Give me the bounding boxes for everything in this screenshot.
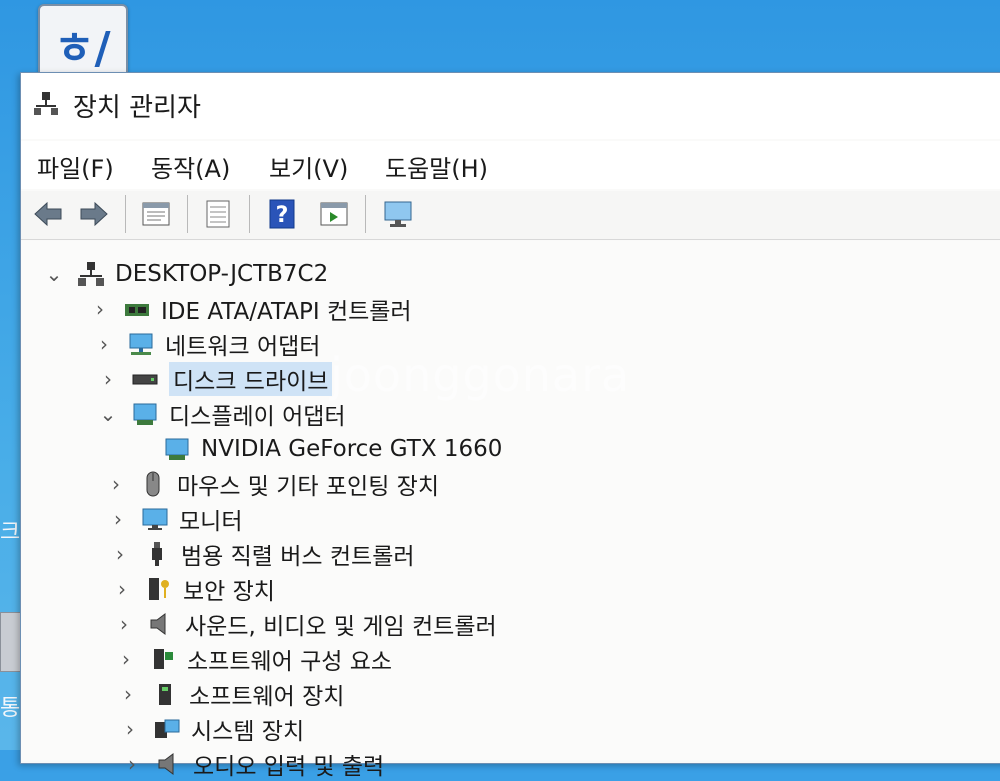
tree-item-label: IDE ATA/ATAPI 컨트롤러 <box>161 299 412 325</box>
expand-chevron-icon[interactable]: › <box>105 473 127 495</box>
expand-chevron-icon[interactable]: › <box>97 368 119 390</box>
expand-chevron-icon[interactable]: › <box>107 508 129 530</box>
window-title: 장치 관리자 <box>73 93 201 123</box>
mouse-icon <box>146 471 160 497</box>
tree-item-label: 사운드, 비디오 및 게임 컨트롤러 <box>185 614 497 640</box>
disk-drive-icon <box>132 374 158 385</box>
tree-item[interactable]: ⌄ 디스플레이 어댑터 <box>97 397 346 431</box>
svg-text:?: ? <box>276 203 289 228</box>
expand-chevron-icon[interactable]: › <box>109 543 131 565</box>
software-component-icon <box>154 649 173 669</box>
security-key-icon <box>149 578 169 600</box>
collapse-chevron-icon[interactable]: ⌄ <box>97 403 119 425</box>
toolbar-separator <box>187 195 188 233</box>
collapse-chevron-icon[interactable]: ⌄ <box>43 263 65 285</box>
properties-icon[interactable] <box>139 197 173 231</box>
expand-chevron-icon[interactable]: › <box>117 683 139 705</box>
expand-chevron-icon[interactable]: › <box>89 298 111 320</box>
tree-item[interactable]: › 시스템 장치 <box>119 712 304 746</box>
tree-item[interactable]: › 모니터 <box>107 502 242 536</box>
tree-root[interactable]: ⌄ DESKTOP-JCTB7C2 <box>43 257 329 291</box>
device-manager-window: 장치 관리자 파일(F) 동작(A) 보기(V) 도움말(H) ? ⌄ DESK… <box>20 72 1000 780</box>
tree-item[interactable]: › 소프트웨어 구성 요소 <box>115 642 392 676</box>
title-bar[interactable]: 장치 관리자 <box>21 73 1000 139</box>
monitor-icon[interactable] <box>381 197 415 231</box>
tree-item-label: NVIDIA GeForce GTX 1660 <box>201 436 503 462</box>
expand-chevron-icon[interactable]: › <box>121 753 143 775</box>
tree-item-label: 모니터 <box>179 509 243 535</box>
menu-view[interactable]: 보기(V) <box>269 149 348 184</box>
tree-item-label: 네트워크 어댑터 <box>165 334 321 360</box>
tree-item[interactable]: › 범용 직렬 버스 컨트롤러 <box>109 537 415 571</box>
menu-bar: 파일(F) 동작(A) 보기(V) 도움말(H) <box>21 141 1000 189</box>
display-adapter-icon <box>133 403 157 425</box>
computer-name: DESKTOP-JCTB7C2 <box>115 261 329 287</box>
tree-item-label: 시스템 장치 <box>191 719 305 745</box>
device-tree: ⌄ DESKTOP-JCTB7C2 › IDE ATA/ATAPI 컨트롤러 ›… <box>21 241 1000 780</box>
expand-chevron-icon[interactable]: › <box>111 578 133 600</box>
tree-item-label: 소프트웨어 장치 <box>189 684 345 710</box>
gpu-icon <box>165 438 189 460</box>
tree-item-label: 소프트웨어 구성 요소 <box>187 649 393 675</box>
desktop-icon-label-1[interactable]: 크 <box>0 514 20 546</box>
expand-chevron-icon[interactable]: › <box>93 333 115 355</box>
help-icon[interactable]: ? <box>265 197 299 231</box>
desktop-icon-label-2[interactable]: 통 <box>0 690 20 722</box>
system-device-icon <box>155 719 180 738</box>
expand-chevron-icon[interactable]: › <box>119 718 141 740</box>
tree-item-child[interactable]: NVIDIA GeForce GTX 1660 <box>163 432 502 466</box>
tree-item-label: 마우스 및 기타 포인팅 장치 <box>177 474 440 500</box>
software-device-icon <box>159 684 171 705</box>
toolbar-separator <box>365 195 366 233</box>
toolbar-separator <box>249 195 250 233</box>
desktop-app-icon[interactable]: ㅎ/ <box>38 4 128 78</box>
run-icon[interactable] <box>317 197 351 231</box>
tree-item[interactable]: › 소프트웨어 장치 <box>117 677 344 711</box>
tree-item-label: 디스크 드라이브 <box>169 362 333 396</box>
monitor-icon <box>142 508 168 530</box>
tree-item[interactable]: › 보안 장치 <box>111 572 275 606</box>
tree-item-selected[interactable]: › 디스크 드라이브 <box>97 362 333 396</box>
toolbar-separator <box>125 195 126 233</box>
tree-item-label: 오디오 입력 및 출력 <box>193 754 385 780</box>
tree-item-label: 디스플레이 어댑터 <box>169 404 346 430</box>
menu-action[interactable]: 동작(A) <box>151 149 230 184</box>
tree-item-label: 보안 장치 <box>183 579 275 605</box>
toolbar: ? <box>21 191 1000 240</box>
network-adapter-icon <box>129 333 153 355</box>
usb-icon <box>152 542 162 566</box>
tree-item-label: 범용 직렬 버스 컨트롤러 <box>181 544 415 570</box>
tree-item[interactable]: › 네트워크 어댑터 <box>93 327 320 361</box>
menu-help[interactable]: 도움말(H) <box>385 149 488 184</box>
tree-item[interactable]: › 오디오 입력 및 출력 <box>121 747 384 781</box>
tree-item[interactable]: › IDE ATA/ATAPI 컨트롤러 <box>89 292 412 326</box>
expand-chevron-icon[interactable]: › <box>113 613 135 635</box>
back-arrow-icon[interactable] <box>31 197 65 231</box>
list-icon[interactable] <box>201 197 235 231</box>
tree-item[interactable]: › 사운드, 비디오 및 게임 컨트롤러 <box>113 607 497 641</box>
speaker-icon <box>150 613 166 635</box>
tree-item[interactable]: › 마우스 및 기타 포인팅 장치 <box>105 467 439 501</box>
menu-file[interactable]: 파일(F) <box>37 149 114 184</box>
forward-arrow-icon[interactable] <box>77 197 111 231</box>
audio-io-icon <box>158 753 174 775</box>
ide-controller-icon <box>125 304 149 316</box>
expand-chevron-icon[interactable]: › <box>115 648 137 670</box>
computer-icon <box>78 262 104 286</box>
device-manager-icon <box>34 92 58 115</box>
